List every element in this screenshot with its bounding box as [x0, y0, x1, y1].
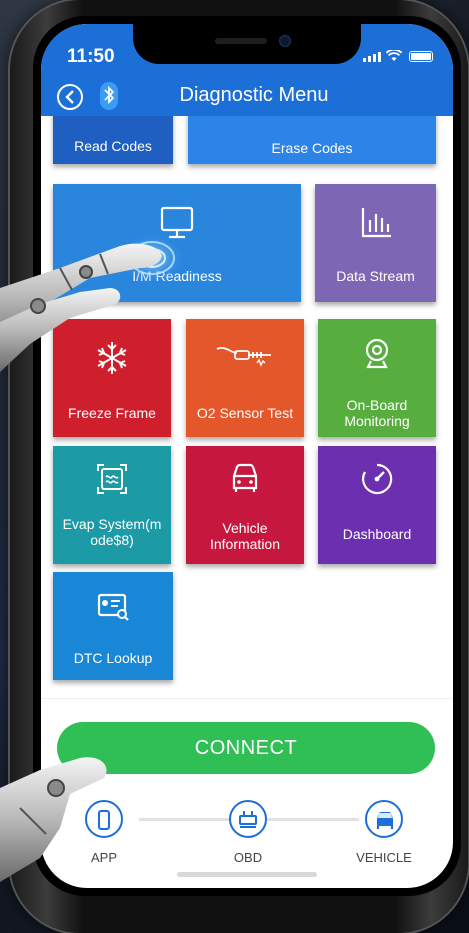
- step-obd-label: OBD: [233, 850, 263, 865]
- tile-label: DTC Lookup: [73, 650, 153, 666]
- tile-label: On-Board Monitoring: [322, 397, 432, 429]
- step-vehicle-circle: [365, 800, 403, 838]
- page-title: Diagnostic Menu: [179, 84, 329, 106]
- signal-icon: [363, 52, 381, 62]
- bar-chart-icon: [361, 208, 391, 238]
- step-obd-circle: [229, 800, 267, 838]
- lookup-icon: [97, 593, 129, 621]
- sensor-icon: [216, 347, 271, 367]
- car-icon: [232, 463, 258, 492]
- tile-label: Erase Codes: [271, 140, 353, 156]
- tile-label: Freeze Frame: [68, 405, 156, 421]
- tile-label: Dashboard: [342, 526, 412, 542]
- phone-notch: [133, 24, 361, 64]
- wifi-icon: [386, 50, 402, 61]
- tile-label-line1: Evap System(m: [62, 516, 162, 532]
- tile-label: Data Stream: [336, 268, 415, 284]
- tile-read-codes[interactable]: Read Codes: [53, 116, 173, 164]
- tile-on-board-monitoring[interactable]: On-Board Monitoring: [318, 319, 436, 437]
- gauge-icon: [362, 463, 393, 495]
- tile-o2-sensor-test[interactable]: O2 Sensor Test: [186, 319, 304, 437]
- speaker-grille: [215, 38, 267, 44]
- tile-label: O2 Sensor Test: [196, 405, 294, 421]
- car-icon: [376, 812, 394, 829]
- robot-hand-lower-illustration: [0, 757, 107, 882]
- home-indicator: [177, 872, 317, 877]
- tile-label: Vehicle Information: [190, 520, 300, 552]
- tile-evap-system[interactable]: Evap System(m ode$8): [53, 446, 171, 564]
- step-vehicle-label: VEHICLE: [356, 850, 412, 865]
- tile-label-line2: Information: [209, 536, 281, 552]
- obd-icon: [239, 811, 257, 828]
- tile-label-line2: Monitoring: [344, 413, 410, 429]
- tile-label: Evap System(m ode$8): [57, 516, 167, 548]
- tile-label: Read Codes: [74, 138, 152, 154]
- status-icons: [363, 50, 433, 62]
- webcam-icon: [365, 338, 389, 369]
- battery-icon: [409, 51, 433, 62]
- status-time: 11:50: [67, 46, 115, 67]
- evap-icon: [97, 464, 127, 494]
- tile-label-line2: ode$8): [90, 532, 134, 548]
- tile-data-stream[interactable]: Data Stream: [315, 184, 436, 302]
- front-camera: [279, 35, 291, 47]
- diagnostic-grid: Read Codes Erase Codes I/M Readiness Dat…: [41, 116, 453, 716]
- tile-label-line1: Vehicle: [222, 520, 268, 536]
- step-connector: [267, 818, 359, 821]
- list-divider: [41, 698, 453, 699]
- tile-vehicle-information[interactable]: Vehicle Information: [186, 446, 304, 564]
- tile-dashboard[interactable]: Dashboard: [318, 446, 436, 564]
- robot-hand-illustration: [0, 232, 186, 372]
- tile-dtc-lookup[interactable]: DTC Lookup: [53, 572, 173, 680]
- tile-erase-codes[interactable]: Erase Codes: [188, 116, 436, 164]
- step-connector: [139, 818, 231, 821]
- tile-label-line1: On-Board: [346, 397, 408, 413]
